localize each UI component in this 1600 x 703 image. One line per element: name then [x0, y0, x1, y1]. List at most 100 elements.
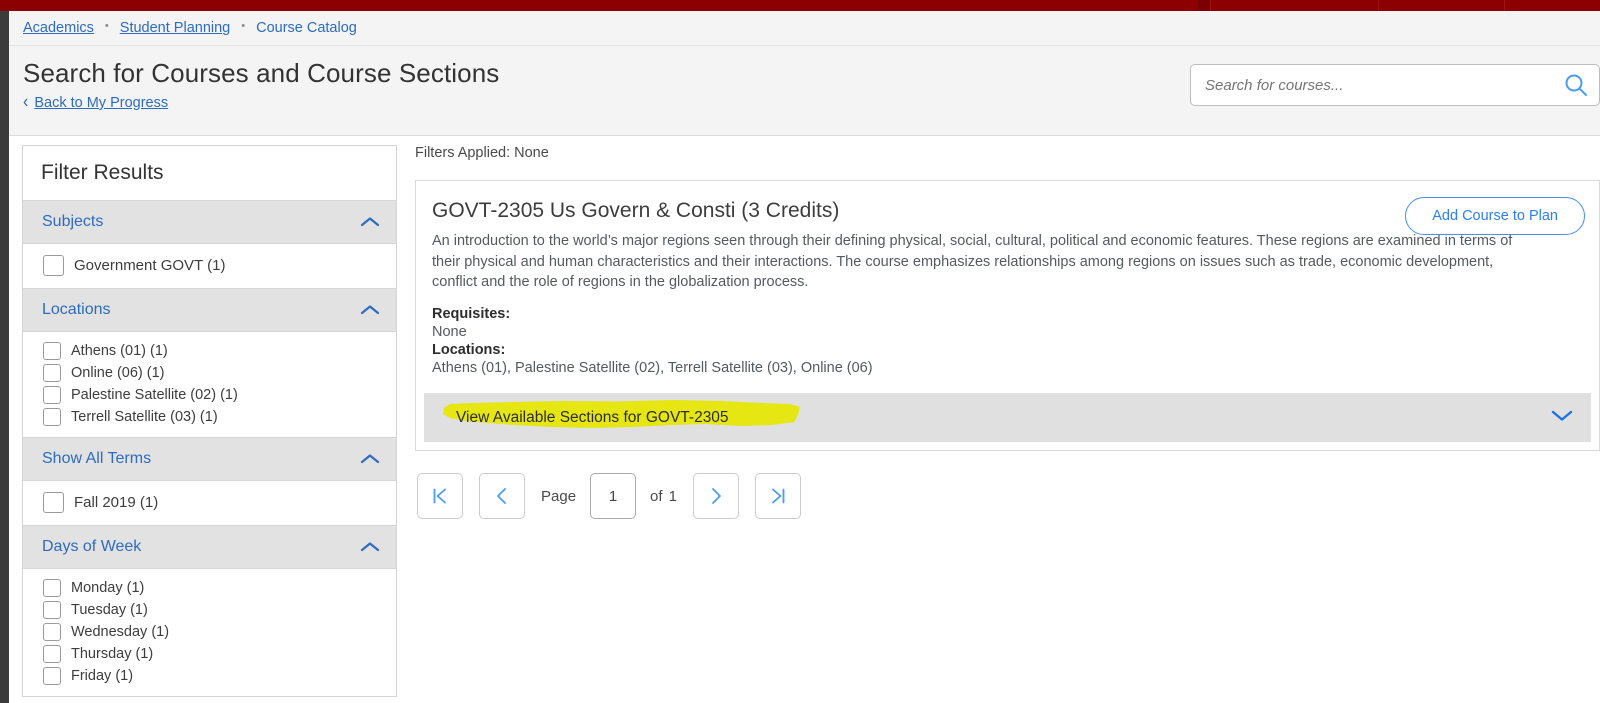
previous-page-button[interactable] — [479, 473, 525, 520]
filter-checkbox-government-govt[interactable]: Government GOVT (1) — [23, 254, 396, 277]
filter-checkbox-tuesday[interactable]: Tuesday (1) — [23, 599, 396, 621]
filter-checkbox-friday[interactable]: Friday (1) — [23, 665, 396, 687]
filter-options-subjects: Government GOVT (1) — [23, 244, 396, 288]
search-input[interactable] — [1191, 76, 1553, 94]
filter-section-locations[interactable]: Locations — [23, 288, 396, 332]
course-search-box — [1190, 64, 1600, 106]
filter-option-label: Thursday (1) — [71, 646, 154, 662]
course-description: An introduction to the world’s major reg… — [432, 233, 1513, 291]
checkbox-icon[interactable] — [43, 255, 64, 276]
filter-checkbox-athens-01[interactable]: Athens (01) (1) — [23, 340, 396, 362]
filter-option-label: Palestine Satellite (02) (1) — [71, 387, 238, 403]
filter-option-label: Wednesday (1) — [71, 624, 170, 640]
checkbox-icon[interactable] — [43, 667, 61, 685]
first-page-icon — [433, 488, 446, 504]
course-meta: Requisites: None Locations: Athens (01),… — [416, 293, 1599, 378]
filter-section-label: Show All Terms — [42, 450, 152, 467]
filters-applied-status: Filters Applied: None — [415, 145, 1600, 161]
filter-section-days-of-week[interactable]: Days of Week — [23, 525, 396, 569]
filter-option-label: Athens (01) (1) — [71, 343, 168, 359]
filter-option-label: Terrell Satellite (03) (1) — [71, 409, 218, 425]
last-page-icon — [772, 488, 785, 504]
filter-section-subjects[interactable]: Subjects — [23, 200, 396, 244]
page-title: Search for Courses and Course Sections — [23, 58, 500, 88]
checkbox-icon[interactable] — [43, 623, 61, 641]
search-button[interactable] — [1553, 65, 1599, 105]
back-to-my-progress-link[interactable]: Back to My Progress — [34, 95, 168, 111]
breadcrumb-separator: • — [241, 19, 246, 32]
back-to-progress-row[interactable]: ‹ Back to My Progress — [23, 92, 168, 113]
filter-section-label: Locations — [42, 301, 111, 318]
filter-section-show-all-terms[interactable]: Show All Terms — [23, 437, 396, 481]
breadcrumb-item-student-planning[interactable]: Student Planning — [120, 20, 230, 36]
left-side-rail — [0, 11, 9, 703]
breadcrumb-separator: • — [104, 19, 109, 32]
checkbox-icon[interactable] — [43, 601, 61, 619]
course-result-card: Add Course to Plan GOVT-2305 Us Govern &… — [415, 180, 1600, 452]
pagination-controls: Page of 1 — [415, 473, 1600, 520]
brand-bar-segment — [1198, 0, 1210, 11]
filter-option-label: Tuesday (1) — [71, 602, 148, 618]
last-page-button[interactable] — [754, 473, 801, 520]
previous-page-icon — [497, 488, 506, 505]
requisites-label: Requisites: — [432, 305, 511, 322]
filter-options-days: Monday (1) Tuesday (1) Wednesday (1) Thu… — [23, 569, 396, 696]
chevron-down-icon[interactable] — [1551, 409, 1573, 427]
search-icon — [1565, 74, 1587, 96]
filter-checkbox-thursday[interactable]: Thursday (1) — [23, 643, 396, 665]
filter-section-label: Days of Week — [42, 538, 142, 555]
filter-panel-title: Filter Results — [23, 146, 396, 200]
filter-checkbox-palestine-satellite-02[interactable]: Palestine Satellite (02) (1) — [23, 384, 396, 406]
first-page-button[interactable] — [417, 473, 463, 520]
checkbox-icon[interactable] — [43, 408, 61, 426]
of-label: of — [650, 487, 663, 505]
search-results-area: Filters Applied: None Add Course to Plan… — [415, 145, 1600, 520]
next-page-button[interactable] — [692, 473, 739, 520]
brand-bar-segment — [1504, 0, 1600, 11]
breadcrumb: Academics • Student Planning • Course Ca… — [9, 11, 1600, 46]
brand-bar-segment — [1210, 0, 1378, 11]
filter-checkbox-online-06[interactable]: Online (06) (1) — [23, 362, 396, 384]
filter-checkbox-fall-2019[interactable]: Fall 2019 (1) — [23, 491, 396, 514]
page-number-input[interactable] — [590, 473, 637, 520]
course-catalog-page: Academics • Student Planning • Course Ca… — [0, 0, 1600, 703]
breadcrumb-item-academics[interactable]: Academics — [23, 20, 94, 36]
chevron-up-icon[interactable] — [360, 453, 380, 465]
view-available-sections-bar[interactable]: View Available Sections for GOVT-2305 — [424, 393, 1591, 443]
page-total: of 1 — [650, 488, 677, 505]
filter-option-label: Friday (1) — [71, 668, 134, 684]
checkbox-icon[interactable] — [43, 579, 61, 597]
view-available-sections-link[interactable]: View Available Sections for GOVT-2305 — [456, 409, 729, 427]
checkbox-icon[interactable] — [43, 386, 61, 404]
next-page-icon — [712, 488, 721, 505]
breadcrumb-item-course-catalog: Course Catalog — [256, 20, 357, 36]
locations-label: Locations: — [432, 341, 506, 358]
top-brand-bar — [0, 0, 1600, 11]
filter-option-label: Online (06) (1) — [71, 365, 165, 381]
filters-applied-label: Filters Applied: — [415, 145, 511, 161]
checkbox-icon[interactable] — [43, 364, 61, 382]
locations-value: Athens (01), Palestine Satellite (02), T… — [432, 360, 873, 377]
filter-option-label: Government GOVT (1) — [74, 257, 226, 274]
filter-option-label: Fall 2019 (1) — [74, 494, 159, 511]
requisites-value: None — [432, 323, 467, 340]
filter-results-panel: Filter Results Subjects Government GOVT … — [22, 145, 397, 697]
filter-checkbox-wednesday[interactable]: Wednesday (1) — [23, 621, 396, 643]
chevron-up-icon[interactable] — [360, 216, 380, 228]
chevron-up-icon[interactable] — [360, 304, 380, 316]
filter-section-label: Subjects — [42, 213, 104, 230]
chevron-left-icon: ‹ — [23, 92, 29, 113]
filters-applied-value: None — [514, 145, 549, 161]
checkbox-icon[interactable] — [43, 492, 64, 513]
brand-bar-segment — [1378, 0, 1504, 11]
page-label: Page — [541, 487, 577, 505]
checkbox-icon[interactable] — [43, 342, 61, 360]
add-course-to-plan-button[interactable]: Add Course to Plan — [1405, 197, 1585, 235]
filter-checkbox-monday[interactable]: Monday (1) — [23, 577, 396, 599]
total-pages-value: 1 — [668, 487, 677, 505]
checkbox-icon[interactable] — [43, 645, 61, 663]
filter-options-locations: Athens (01) (1) Online (06) (1) Palestin… — [23, 332, 396, 437]
filter-option-label: Monday (1) — [71, 580, 145, 596]
filter-checkbox-terrell-satellite-03[interactable]: Terrell Satellite (03) (1) — [23, 406, 396, 428]
chevron-up-icon[interactable] — [360, 541, 380, 553]
